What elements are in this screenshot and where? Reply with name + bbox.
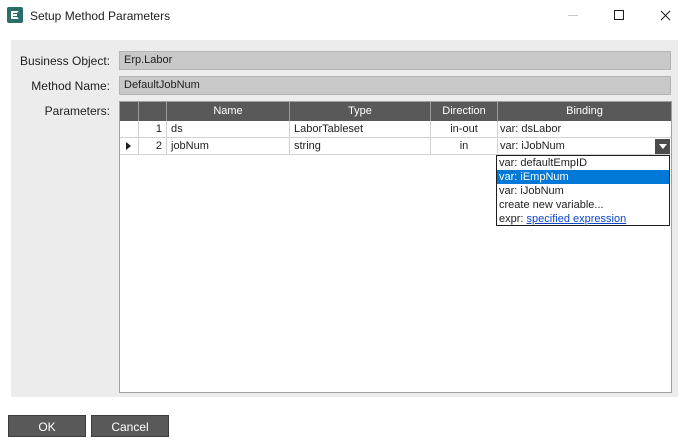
parameters-label: Parameters: (44, 104, 110, 118)
app-icon (7, 7, 23, 23)
row-number: 1 (139, 121, 167, 138)
param-direction-cell[interactable]: in-out (431, 121, 498, 138)
method-name-field: DefaultJobNum (119, 76, 671, 95)
business-object-field: Erp.Labor (119, 51, 671, 70)
row-indicator-header (120, 102, 139, 121)
minimize-button[interactable] (550, 0, 596, 31)
column-header-direction[interactable]: Direction (431, 102, 498, 121)
binding-combo[interactable]: var: iJobNum (498, 138, 671, 155)
chevron-down-icon[interactable] (655, 139, 670, 154)
business-object-label: Business Object: (19, 54, 110, 68)
current-row-arrow-icon (126, 142, 131, 150)
dropdown-option-expression[interactable]: expr: specified expression (497, 212, 669, 226)
row-number-header (139, 102, 167, 121)
close-button[interactable] (642, 0, 688, 31)
row-number: 2 (139, 138, 167, 155)
column-header-type[interactable]: Type (290, 102, 431, 121)
column-header-name[interactable]: Name (167, 102, 290, 121)
row-indicator (120, 121, 139, 138)
window-title: Setup Method Parameters (30, 9, 171, 23)
specified-expression-link[interactable]: specified expression (527, 213, 627, 225)
dropdown-option-ijobnum[interactable]: var: iJobNum (497, 184, 669, 198)
column-header-binding[interactable]: Binding (498, 102, 671, 121)
param-direction-cell[interactable]: in (431, 138, 498, 155)
maximize-button[interactable] (596, 0, 642, 31)
param-name-cell[interactable]: ds (167, 121, 290, 138)
dropdown-option-iempnum[interactable]: var: iEmpNum (497, 170, 669, 184)
title-bar: Setup Method Parameters (0, 0, 688, 31)
dropdown-option-create-variable[interactable]: create new variable... (497, 198, 669, 212)
param-type-cell[interactable]: string (290, 138, 431, 155)
row-indicator (120, 138, 139, 155)
binding-dropdown-list[interactable]: var: defaultEmpID var: iEmpNum var: iJob… (496, 155, 670, 226)
param-name-cell[interactable]: jobNum (167, 138, 290, 155)
param-binding-cell[interactable]: var: dsLabor (498, 121, 671, 138)
cancel-button[interactable]: Cancel (91, 415, 169, 437)
dropdown-option-defaultempid[interactable]: var: defaultEmpID (497, 156, 669, 170)
expression-prefix: expr: (499, 213, 524, 225)
ok-button[interactable]: OK (8, 415, 86, 437)
method-name-label: Method Name: (31, 79, 110, 93)
parameters-grid[interactable]: Name Type Direction Binding 1 ds LaborTa… (119, 101, 672, 393)
param-type-cell[interactable]: LaborTableset (290, 121, 431, 138)
binding-combo-value: var: iJobNum (500, 140, 565, 152)
